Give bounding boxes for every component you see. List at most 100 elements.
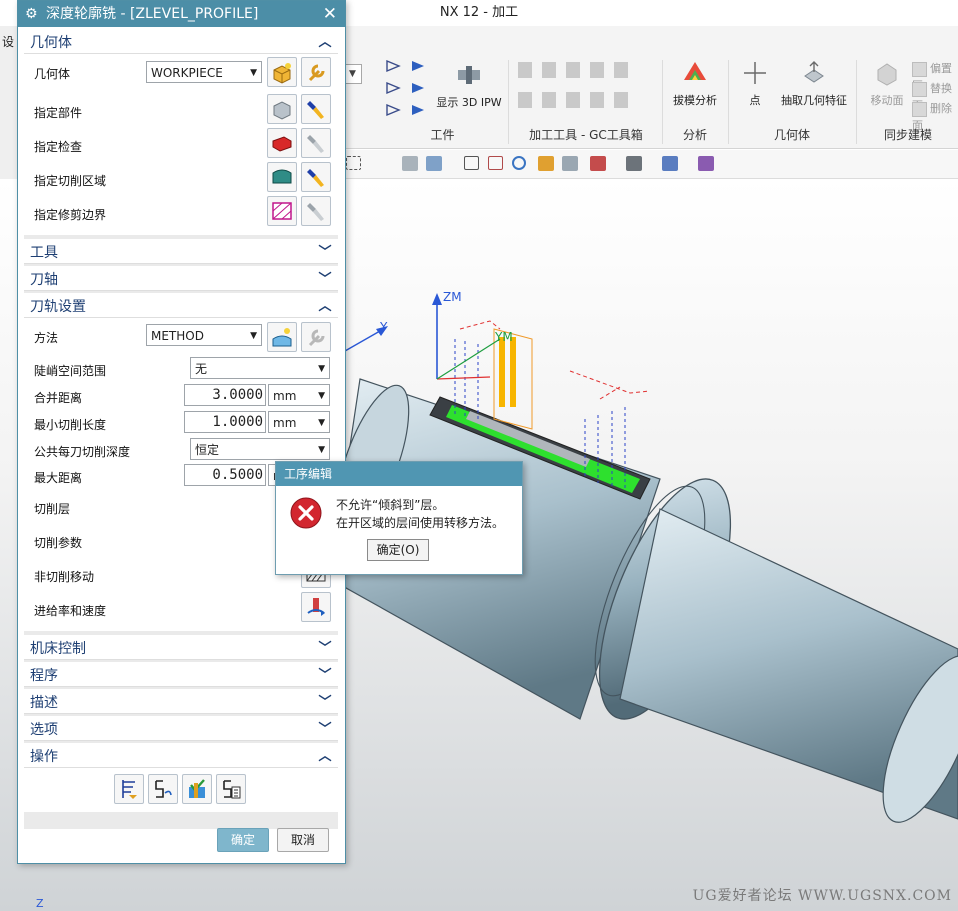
cutting-tool: [499, 337, 505, 407]
edit-geometry-button[interactable]: [301, 57, 331, 87]
max-distance-input[interactable]: 0.5000: [184, 464, 266, 486]
layout-icon[interactable]: [590, 156, 606, 171]
max-distance-label: 最大距离: [34, 471, 83, 485]
fit-icon[interactable]: [464, 156, 479, 170]
dialog-title: 深度轮廓铣 - [ZLEVEL_PROFILE]: [46, 6, 259, 22]
cut-levels-label: 切削层: [34, 502, 71, 516]
section-program-header[interactable]: 程序 ﹀: [24, 662, 338, 687]
tool-path-icon[interactable]: [385, 58, 405, 74]
render-style-icon[interactable]: [626, 156, 642, 171]
section-options-header[interactable]: 选项 ﹀: [24, 716, 338, 741]
new-method-button[interactable]: [267, 322, 297, 352]
chevron-down-icon[interactable]: ﹀: [318, 268, 332, 287]
rotate-icon[interactable]: [512, 156, 526, 170]
specify-check-label: 指定检查: [34, 140, 83, 154]
method-label: 方法: [34, 331, 59, 345]
section-machine-control-header[interactable]: 机床控制 ﹀: [24, 635, 338, 660]
specify-part-button[interactable]: [267, 94, 297, 124]
chevron-down-icon[interactable]: ﹀: [318, 241, 332, 260]
verify-button[interactable]: [182, 774, 212, 804]
replay-icon: [155, 780, 172, 798]
select-icon[interactable]: [346, 156, 361, 170]
extract-feature-button[interactable]: 抽取几何特征: [776, 58, 852, 108]
chevron-up-icon[interactable]: ︿: [318, 745, 332, 764]
section-tool-header[interactable]: 工具 ﹀: [24, 239, 338, 264]
section-path-settings-header[interactable]: 刀轨设置 ︿: [24, 293, 338, 318]
ok-button[interactable]: 确定: [217, 828, 269, 852]
display-part-button[interactable]: [301, 94, 331, 124]
replay-button[interactable]: [148, 774, 178, 804]
error-dialog: 工序编辑 不允许“倾斜到”层。 在开区域的层间使用转移方法。 确定(O): [275, 461, 523, 575]
tool-path-icon[interactable]: [410, 102, 430, 118]
depth-per-cut-select[interactable]: 恒定 ▼: [190, 438, 330, 460]
chevron-down-icon: ▼: [318, 418, 325, 428]
edit-method-button[interactable]: [301, 322, 331, 352]
specify-cut-area-label: 指定切削区域: [34, 174, 107, 188]
display-check-button[interactable]: [301, 128, 331, 158]
steep-range-label: 陡峭空间范围: [34, 364, 107, 378]
merge-distance-unit[interactable]: mm ▼: [268, 384, 330, 406]
chevron-up-icon[interactable]: ︿: [318, 295, 332, 314]
shaded-icon[interactable]: [402, 156, 418, 171]
dialog-title-bar[interactable]: ⚙ 深度轮廓铣 - [ZLEVEL_PROFILE] ✕: [18, 1, 345, 27]
merge-distance-input[interactable]: 3.0000: [184, 384, 266, 406]
generate-icon: [122, 780, 137, 799]
specify-cut-area-button[interactable]: [267, 162, 297, 192]
cube-icon[interactable]: [426, 156, 442, 171]
perspective-icon[interactable]: [562, 156, 578, 171]
section-description-header[interactable]: 描述 ﹀: [24, 689, 338, 714]
error-ok-button[interactable]: 确定(O): [367, 539, 429, 561]
merge-distance-label: 合并距离: [34, 391, 83, 405]
specify-check-button[interactable]: [267, 128, 297, 158]
depth-per-cut-label: 公共每刀切削深度: [34, 445, 131, 459]
feeds-speeds-button[interactable]: [301, 592, 331, 622]
chevron-down-icon[interactable]: ﹀: [318, 664, 332, 683]
pan-icon[interactable]: [538, 156, 554, 171]
section-geometry-header[interactable]: 几何体 ︿: [24, 29, 338, 54]
disabled-tool-icon: [518, 62, 636, 78]
tool-path-icon[interactable]: [385, 80, 405, 96]
axis-label-y: Y: [379, 320, 388, 334]
chevron-up-icon[interactable]: ︿: [318, 31, 332, 50]
cancel-button[interactable]: 取消: [277, 828, 329, 852]
section-tool-axis-header[interactable]: 刀轴 ﹀: [24, 266, 338, 291]
close-icon[interactable]: ✕: [323, 1, 337, 27]
move-face-button[interactable]: 移动面: [864, 58, 910, 108]
method-select[interactable]: METHOD ▼: [146, 324, 262, 346]
watermark: UG爱好者论坛 WWW.UGSNX.COM: [692, 888, 952, 904]
section-actions-header[interactable]: 操作 ︿: [24, 743, 338, 768]
section-icon[interactable]: [698, 156, 714, 171]
ribbon-dropdown[interactable]: ▼: [344, 64, 362, 84]
specify-trim-button[interactable]: [267, 196, 297, 226]
cutting-tool: [510, 337, 516, 407]
view-toolbar: [340, 150, 958, 179]
list-button[interactable]: [216, 774, 246, 804]
generate-button[interactable]: [114, 774, 144, 804]
geometry-select[interactable]: WORKPIECE ▼: [146, 61, 262, 83]
min-cut-length-unit[interactable]: mm ▼: [268, 411, 330, 433]
chevron-down-icon[interactable]: ﹀: [318, 637, 332, 656]
draft-analysis-button[interactable]: 拔模分析: [664, 58, 726, 108]
tool-path-icon[interactable]: [410, 80, 430, 96]
new-geometry-button[interactable]: [267, 57, 297, 87]
cut-parameters-label: 切削参数: [34, 536, 83, 550]
flashlight-icon: [307, 169, 324, 187]
display-trim-button[interactable]: [301, 196, 331, 226]
view-orient-icon[interactable]: [662, 156, 678, 171]
axis-label-z: Z: [36, 897, 44, 910]
chevron-down-icon[interactable]: ﹀: [318, 691, 332, 710]
show-3d-ipw-button[interactable]: 显示 3D IPW: [434, 60, 504, 110]
steep-range-select[interactable]: 无 ▼: [190, 357, 330, 379]
point-button[interactable]: 点: [734, 58, 776, 108]
list-icon: [223, 780, 241, 799]
zoom-icon[interactable]: [488, 156, 503, 170]
feeds-speeds-label: 进给率和速度: [34, 604, 107, 618]
chevron-down-icon[interactable]: ﹀: [318, 718, 332, 737]
tool-path-icon[interactable]: [410, 58, 430, 74]
display-cut-area-button[interactable]: [301, 162, 331, 192]
point-icon: [744, 62, 766, 84]
tool-path-icon[interactable]: [385, 102, 405, 118]
wcs-axes: [344, 293, 501, 380]
min-cut-length-input[interactable]: 1.0000: [184, 411, 266, 433]
error-dialog-title[interactable]: 工序编辑: [276, 462, 522, 486]
